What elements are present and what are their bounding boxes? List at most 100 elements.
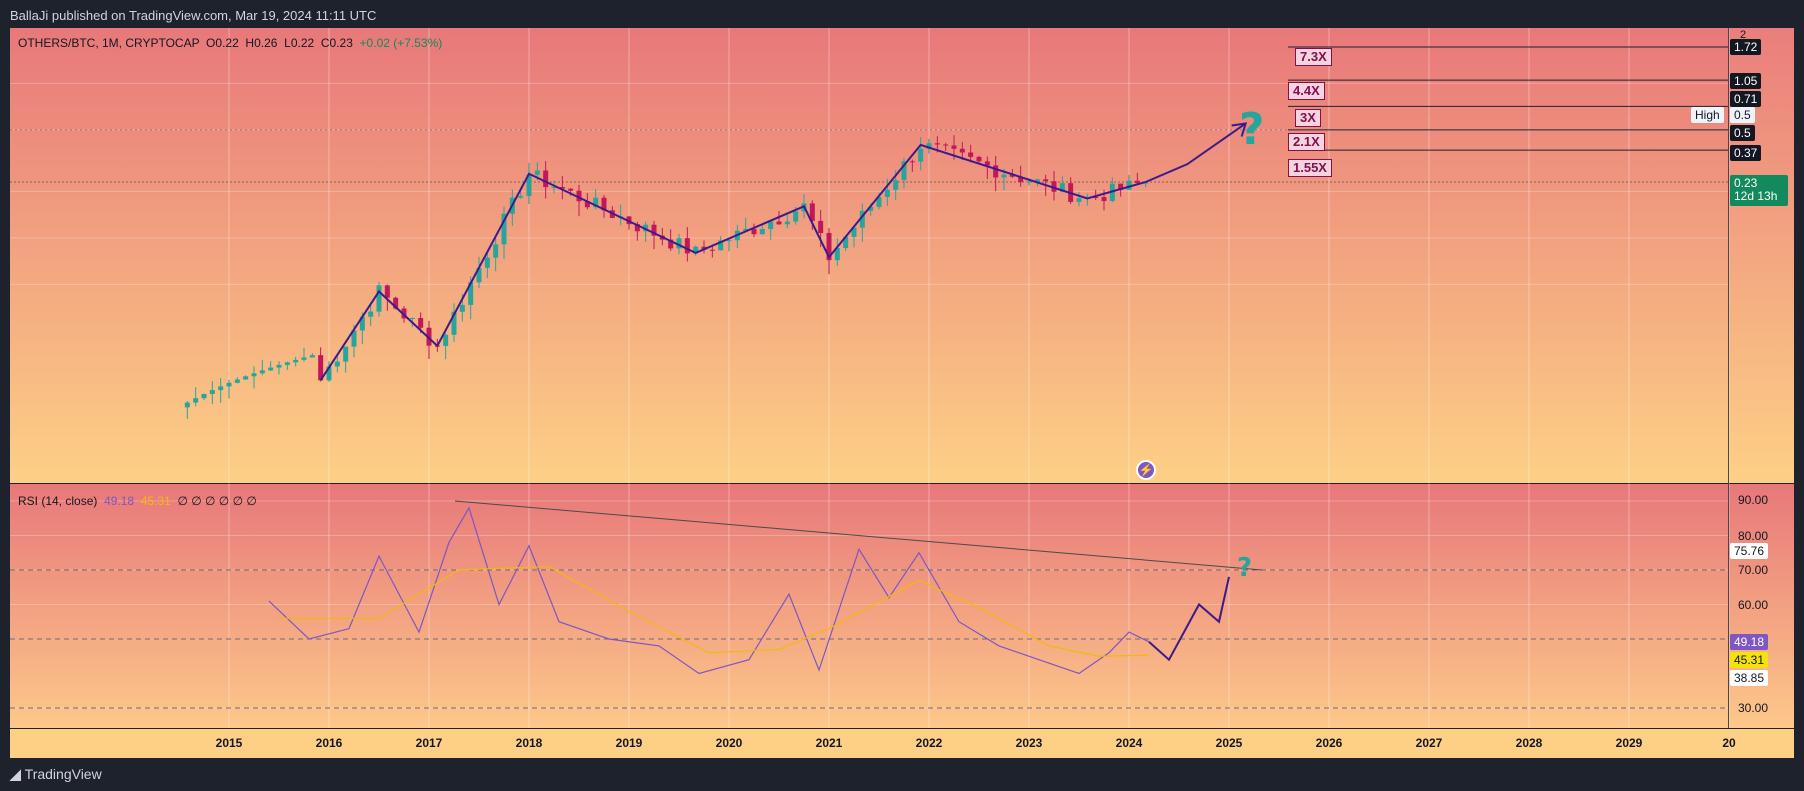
- year-label: 20: [1722, 736, 1736, 750]
- candle-body: [251, 373, 257, 377]
- rsi-lower-label: 38.85: [1730, 670, 1769, 686]
- close-label: C: [320, 36, 330, 50]
- candle-body: [376, 285, 382, 312]
- last-price: 0.23: [1734, 176, 1758, 190]
- open-value: 0.22: [215, 36, 239, 50]
- candle-body: [259, 370, 265, 374]
- multiplier-1-55x: 1.55X: [1288, 159, 1332, 177]
- candle-body: [459, 304, 465, 312]
- rsi-tick-30: 30.00: [1738, 701, 1769, 715]
- candle-body: [184, 402, 190, 408]
- candle-body: [568, 188, 574, 191]
- high-value-label: 0.5: [1730, 107, 1755, 123]
- price-label-1-72: 1.72: [1730, 39, 1762, 55]
- candle-body: [193, 398, 199, 403]
- candle-body: [768, 221, 774, 230]
- candle-body: [384, 285, 390, 298]
- candle-body: [1134, 180, 1140, 183]
- year-label: 2027: [1415, 736, 1443, 750]
- candle-body: [751, 228, 757, 235]
- candle-body: [334, 361, 340, 367]
- rsi-legend[interactable]: RSI (14, close) 49.18 45.31 ∅ ∅ ∅ ∅ ∅ ∅: [18, 494, 257, 508]
- candle-body: [284, 362, 290, 365]
- footer: ◢ TradingView: [0, 758, 1804, 791]
- candle-body: [209, 390, 215, 394]
- candle-body: [493, 244, 499, 258]
- chart-canvas[interactable]: [0, 0, 1804, 758]
- rsi-pane-bg: [10, 484, 1728, 728]
- last-price-label: 0.23 12d 13h: [1730, 175, 1788, 206]
- rsi-tick-90: 90.00: [1738, 493, 1769, 507]
- rsi-tick-80: 80.00: [1738, 529, 1769, 543]
- rsi-ma-label: 45.31: [1730, 652, 1769, 668]
- candle-body: [884, 189, 890, 197]
- year-label: 2017: [415, 736, 443, 750]
- candle-body: [776, 221, 782, 225]
- multiplier-3x: 3X: [1295, 109, 1321, 127]
- bar-countdown: 12d 13h: [1734, 189, 1778, 203]
- candle-body: [943, 144, 949, 146]
- candle-body: [534, 170, 540, 175]
- candle-body: [784, 221, 790, 225]
- candle-body: [934, 143, 940, 145]
- candle-body: [243, 376, 249, 380]
- candle-body: [309, 355, 315, 358]
- candle-body: [1026, 181, 1032, 183]
- year-label: 2016: [315, 736, 343, 750]
- candle-body: [793, 211, 799, 222]
- candle-body: [959, 148, 965, 153]
- candle-body: [993, 165, 999, 178]
- symbol-legend[interactable]: OTHERS/BTC, 1M, CRYPTOCAP O0.22 H0.26 L0…: [18, 36, 442, 50]
- candle-body: [226, 382, 232, 387]
- candle-body: [893, 180, 899, 190]
- candle-body: [1001, 174, 1007, 178]
- high-value: 0.26: [254, 36, 278, 50]
- high-label: H: [245, 36, 255, 50]
- price-label-0-71: 0.71: [1730, 91, 1762, 107]
- candle-body: [293, 359, 299, 363]
- price-pane-bg: [10, 28, 1728, 483]
- candle-body: [368, 311, 374, 317]
- candle-body: [484, 257, 490, 268]
- candle-body: [968, 152, 974, 157]
- rsi-empty-values: ∅ ∅ ∅ ∅ ∅ ∅: [177, 494, 257, 508]
- question-mark-rsi: ?: [1237, 553, 1253, 583]
- candle-body: [709, 249, 715, 251]
- candle-body: [909, 161, 915, 163]
- price-label-0-5: 0.5: [1730, 125, 1755, 141]
- bolt-icon[interactable]: ⚡: [1136, 460, 1156, 480]
- high-tag: High: [1691, 107, 1724, 123]
- year-label: 2022: [915, 736, 943, 750]
- change-value: +0.02 (+7.53%): [359, 36, 443, 50]
- year-label: 2019: [615, 736, 643, 750]
- rsi-ma-value: 45.31: [140, 494, 171, 508]
- year-label: 2029: [1615, 736, 1643, 750]
- year-label: 2021: [815, 736, 843, 750]
- tradingview-logo[interactable]: ◢ TradingView: [10, 766, 102, 783]
- rsi-upper-label: 75.76: [1730, 543, 1769, 559]
- candle-body: [301, 357, 307, 360]
- tv-logo-icon: ◢: [10, 766, 25, 782]
- year-label: 2018: [515, 736, 543, 750]
- rsi-value: 49.18: [104, 494, 135, 508]
- low-value: 0.22: [290, 36, 315, 50]
- year-label: 2026: [1315, 736, 1343, 750]
- candle-body: [818, 220, 824, 234]
- candle-body: [918, 148, 924, 162]
- rsi-title: RSI (14, close): [18, 494, 98, 508]
- candle-body: [1076, 198, 1082, 202]
- candle-body: [759, 229, 765, 235]
- multiplier-2-1x: 2.1X: [1288, 133, 1325, 151]
- candle-body: [343, 346, 349, 362]
- price-label-0-37: 0.37: [1730, 145, 1762, 161]
- rsi-current-label: 49.18: [1730, 634, 1769, 650]
- year-label: 2015: [215, 736, 243, 750]
- candle-body: [409, 317, 415, 319]
- low-label: L: [284, 36, 291, 50]
- question-mark-main: ?: [1239, 104, 1265, 155]
- symbol-name: OTHERS/BTC, 1M, CRYPTOCAP: [18, 36, 200, 50]
- rsi-tick-70: 70.00: [1738, 563, 1769, 577]
- year-label: 2020: [715, 736, 743, 750]
- candle-body: [218, 386, 224, 391]
- candle-body: [951, 145, 957, 149]
